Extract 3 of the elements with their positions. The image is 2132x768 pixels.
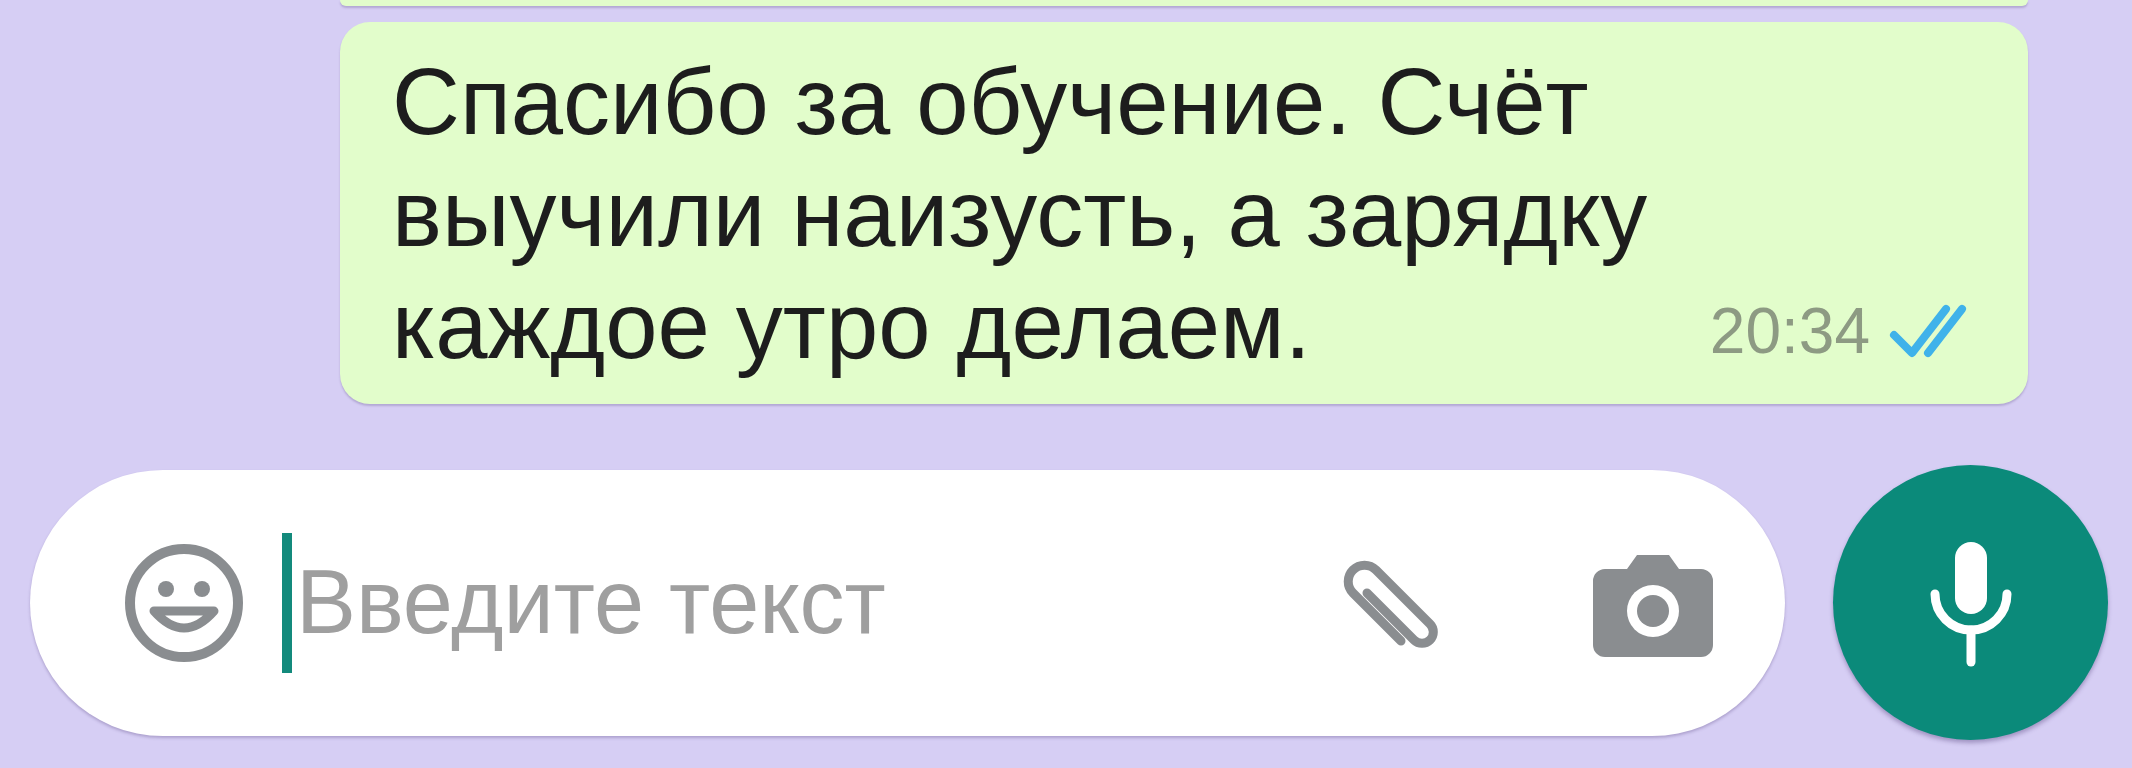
message-text: Спасибо за обучение. Счёт выучили наизусть, а зарядку каждое утро делаем. — [392, 48, 1649, 380]
message-input[interactable]: Введите текст — [296, 551, 1331, 654]
message-time: 20:34 — [1709, 294, 1870, 368]
